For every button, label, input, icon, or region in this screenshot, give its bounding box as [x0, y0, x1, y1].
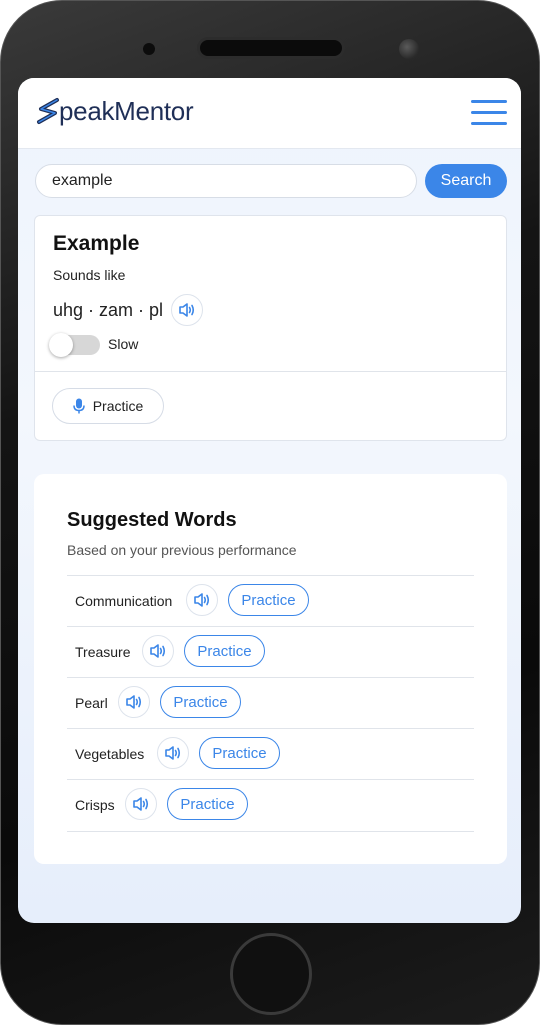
toggle-knob [49, 333, 73, 357]
speaker-icon[interactable] [171, 294, 203, 326]
card-divider [35, 371, 506, 372]
earpiece-speaker [197, 37, 345, 59]
slow-toggle[interactable] [49, 333, 100, 357]
suggested-words-panel: Suggested Words Based on your previous p… [34, 474, 507, 864]
speaker-icon[interactable] [157, 737, 189, 769]
practice-word-button[interactable]: Practice [228, 584, 309, 616]
speaker-icon[interactable] [186, 584, 218, 616]
practice-word-button[interactable]: Practice [184, 635, 265, 667]
suggested-row: Communication Practice [67, 575, 474, 627]
suggested-subtitle: Based on your previous performance [67, 542, 297, 558]
home-button[interactable] [230, 933, 312, 1015]
suggested-row: Treasure Practice [67, 626, 474, 678]
suggested-word: Communication [75, 593, 173, 609]
phonetic-text: uhg · zam · pl [53, 300, 164, 320]
speaker-icon[interactable] [125, 788, 157, 820]
suggested-word: Pearl [75, 695, 108, 711]
phone-frame: peakMentor Search Example Sounds like uh… [0, 0, 540, 1025]
speaker-icon[interactable] [118, 686, 150, 718]
practice-label: Practice [92, 398, 144, 414]
suggested-word: Crisps [75, 797, 115, 813]
front-camera [143, 43, 155, 55]
word-card: Example Sounds like uhg · zam · pl Slow … [34, 215, 507, 441]
search-button[interactable]: Search [425, 164, 507, 198]
suggested-row: Pearl Practice [67, 677, 474, 729]
suggested-title: Suggested Words [67, 509, 237, 531]
practice-word-button[interactable]: Practice [199, 737, 280, 769]
suggested-word: Vegetables [75, 746, 145, 762]
logo-s-icon [37, 98, 59, 124]
hamburger-icon[interactable] [471, 100, 507, 126]
word-title: Example [53, 232, 140, 255]
microphone-icon [72, 398, 85, 414]
proximity-sensor [399, 39, 419, 59]
suggested-row: Vegetables Practice [67, 728, 474, 780]
practice-word-button[interactable]: Practice [160, 686, 241, 718]
app-logo[interactable]: peakMentor [36, 95, 194, 127]
suggested-word: Treasure [75, 644, 131, 660]
sounds-like-label: Sounds like [53, 267, 126, 283]
practice-word-button[interactable]: Practice [167, 788, 248, 820]
practice-button[interactable]: Practice [52, 388, 164, 424]
suggested-row: Crisps Practice [67, 779, 474, 832]
app-header: peakMentor [18, 78, 521, 149]
app-screen: peakMentor Search Example Sounds like uh… [18, 78, 521, 923]
search-input[interactable] [35, 164, 417, 198]
slow-label: Slow [108, 336, 139, 352]
logo-text: peakMentor [59, 95, 194, 126]
speaker-icon[interactable] [142, 635, 174, 667]
